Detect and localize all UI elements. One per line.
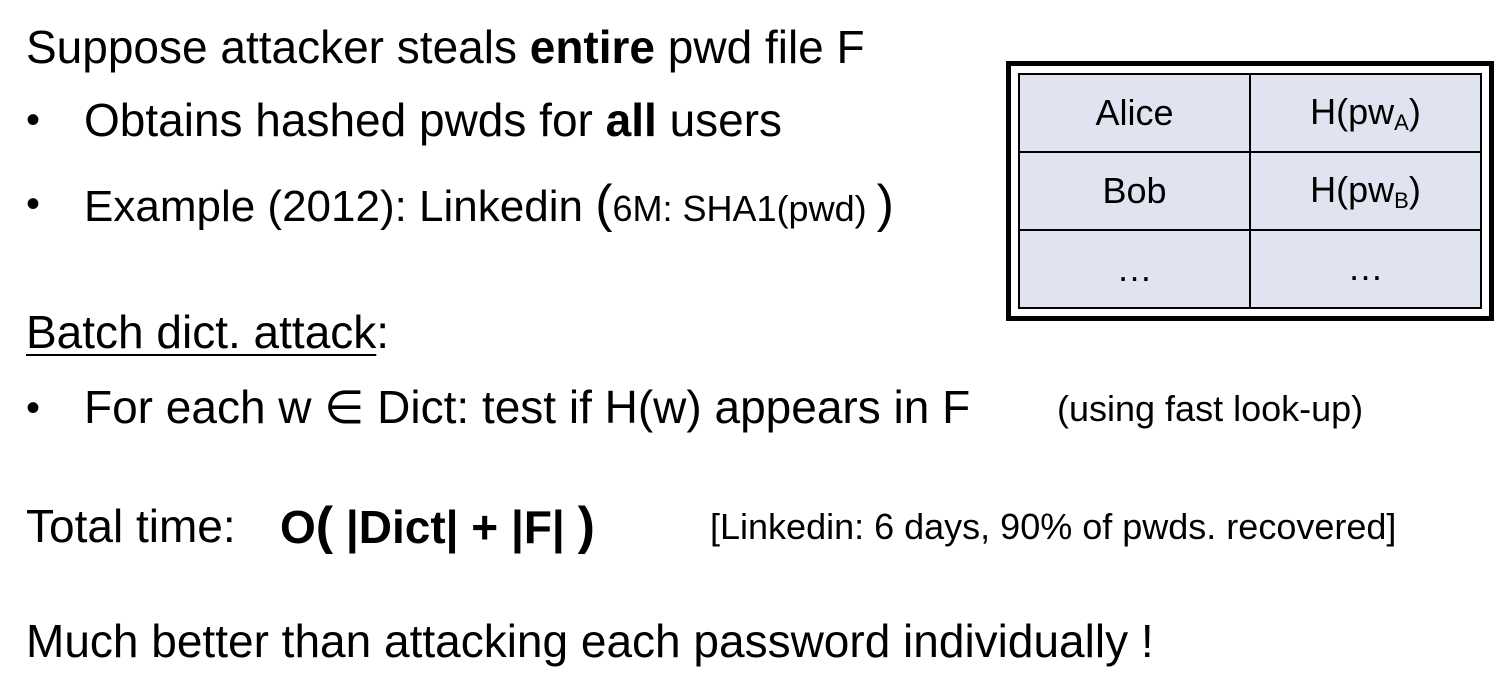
bullet-item-1: Obtains hashed pwds for all users [84, 97, 782, 143]
bullet-dot-1: • [26, 98, 41, 142]
bullet-3-main: For each w ∈ Dict: test if H(w) appears … [84, 381, 971, 433]
bullet-item-3: For each w ∈ Dict: test if H(w) appears … [84, 384, 970, 430]
formula-paren-close: ) [577, 497, 595, 555]
table-row: Alice H(pwA) [1018, 73, 1482, 153]
bullet-dot-3: • [26, 386, 41, 430]
total-time-line: Total time: [26, 503, 236, 549]
total-time-label: Total time: [26, 500, 236, 552]
hash-subscript: A [1394, 109, 1409, 135]
table-cell-user: … [1018, 229, 1251, 309]
bullet-1-bold: all [605, 94, 657, 146]
intro-line: Suppose attacker steals entire pwd file … [26, 24, 865, 70]
table-cell-hash: H(pwA) [1249, 73, 1482, 153]
total-time-note: [Linkedin: 6 days, 90% of pwds. recovere… [710, 506, 1397, 547]
bullet-1-pre: Obtains hashed pwds for [84, 94, 606, 146]
hash-end: ) [1408, 90, 1421, 132]
table-cell-hash: … [1249, 229, 1482, 309]
hash-base: … [1347, 246, 1384, 288]
formula-o: O [280, 501, 316, 553]
table-row: … … [1018, 229, 1482, 309]
batch-attack-heading-label: Batch dict. attack [26, 306, 377, 358]
password-file-table-frame: Alice H(pwA) Bob H(pwB) … … [1006, 61, 1494, 321]
table-cell-user: Alice [1018, 73, 1251, 153]
formula-body: |Dict| + |F| [333, 501, 578, 553]
intro-text-pre: Suppose attacker steals [26, 21, 530, 73]
password-file-table: Alice H(pwA) Bob H(pwB) … … [1018, 73, 1482, 309]
bullet-3-note: (using fast look-up) [1057, 388, 1364, 429]
bullet-1-post: users [656, 94, 783, 146]
bullet-2-detail: 6M: SHA1(pwd) [612, 188, 877, 229]
batch-attack-heading: Batch dict. attack: [26, 309, 389, 355]
table-cell-hash: H(pwB) [1249, 151, 1482, 231]
table-row: Bob H(pwB) [1018, 151, 1482, 231]
intro-text-bold: entire [529, 21, 655, 73]
hash-end: ) [1408, 168, 1421, 210]
bullet-2-paren-close: ) [876, 175, 894, 233]
hash-subscript: B [1394, 187, 1409, 213]
table-cell-user: Bob [1018, 151, 1251, 231]
conclusion-line: Much better than attacking each password… [26, 615, 1154, 667]
bullet-item-2: Example (2012): Linkedin (6M: SHA1(pwd) … [84, 178, 894, 230]
batch-attack-heading-colon: : [376, 306, 390, 358]
intro-text-post: pwd file F [655, 21, 865, 73]
hash-base: H(pw [1310, 168, 1395, 210]
formula-paren-open: ( [315, 497, 334, 555]
bullet-2-pre: Example (2012): Linkedin [84, 182, 596, 231]
bullet-dot-2: • [26, 182, 41, 226]
total-time-formula: O( |Dict| + |F| ) [280, 500, 595, 552]
bullet-2-paren-open: ( [595, 175, 613, 233]
hash-base: H(pw [1310, 90, 1395, 132]
